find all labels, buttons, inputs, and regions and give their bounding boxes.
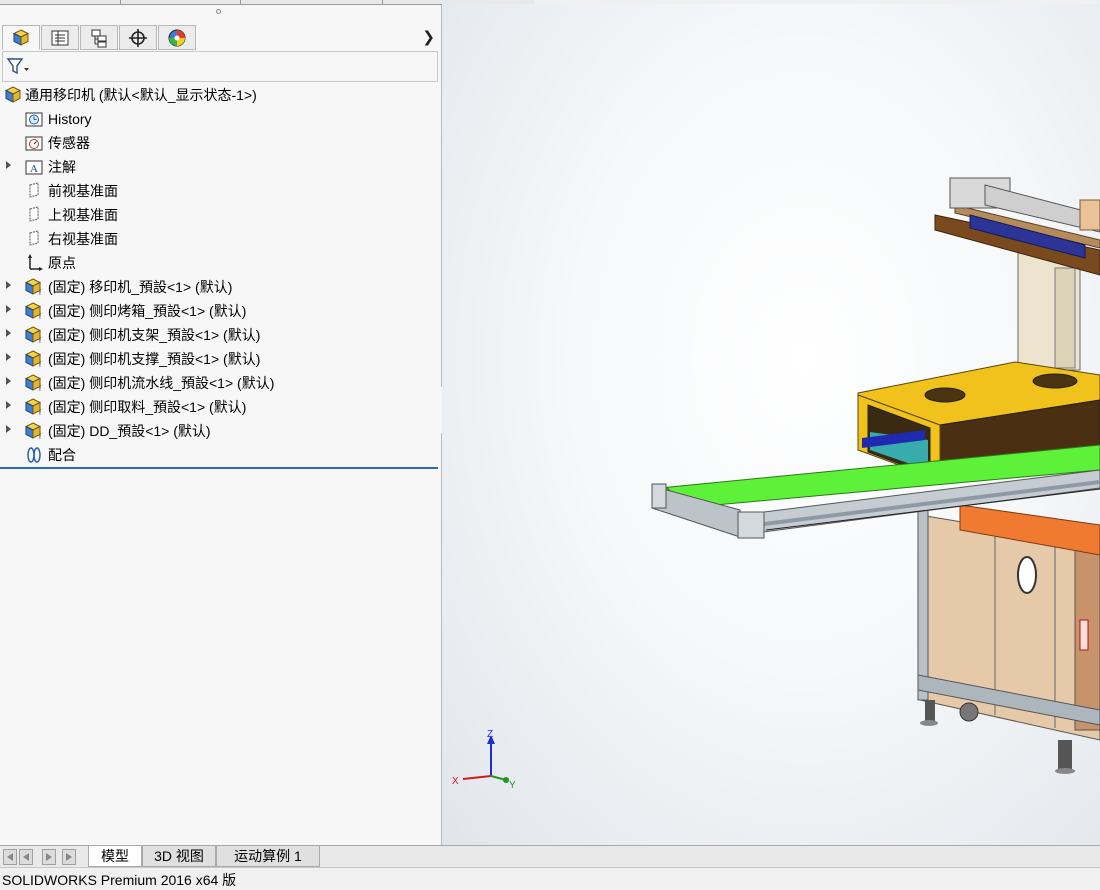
display-manager-icon (168, 29, 186, 46)
svg-text:f: f (39, 434, 41, 441)
tree-root-item[interactable]: 通用移印机 (默认<默认_显示状态-1>) (0, 83, 441, 107)
tree-item-label: 传感器 (48, 135, 90, 151)
assembly-icon (4, 86, 22, 103)
tree-item[interactable]: 上视基准面 (0, 203, 441, 227)
subassembly-icon: f (24, 350, 42, 369)
property-manager-icon (51, 30, 69, 45)
plane-icon (29, 230, 39, 246)
tree-item-label: History (48, 111, 92, 127)
tree-item[interactable]: f (固定) 侧印取料_預設<1> (默认) (0, 395, 441, 419)
tree-item-label: (固定) 侧印烤箱_預設<1> (默认) (48, 303, 247, 319)
tree-item[interactable]: 前视基准面 (0, 179, 441, 203)
svg-text:f: f (39, 290, 41, 297)
tree-item-label: (固定) DD_預設<1> (默认) (48, 423, 211, 439)
tree-item[interactable]: f (固定) 侧印机流水线_預設<1> (默认) (0, 371, 441, 395)
feature-tree-filter-bar[interactable] (2, 51, 438, 82)
tree-item-label: 配合 (48, 447, 76, 463)
tab-scroll-right-icon[interactable]: ❯ (422, 28, 435, 46)
status-text: SOLIDWORKS Premium 2016 x64 版 (2, 872, 237, 888)
feature-manager-panel: ❯ 通用移印机 (默认<默认_显示状态-1>) History 传感器 A 注解前视基… (0, 0, 535, 845)
expand-arrow-icon[interactable] (6, 329, 11, 337)
tab-property-manager[interactable] (41, 25, 79, 50)
graphics-area[interactable]: Z X Y (442, 4, 1100, 845)
subassembly-icon: f (24, 302, 42, 321)
tree-item-label: (固定) 移印机_預設<1> (默认) (48, 279, 233, 295)
dimxpert-manager-icon (129, 28, 147, 47)
configuration-manager-icon (91, 29, 107, 47)
plane-icon (29, 206, 39, 222)
filter-icon[interactable] (6, 56, 30, 78)
status-bar: SOLIDWORKS Premium 2016 x64 版 (0, 867, 1100, 888)
svg-text:f: f (39, 386, 41, 393)
tree-item-label: (固定) 侧印取料_預設<1> (默认) (48, 399, 247, 415)
triad-y-label: Y (509, 780, 516, 791)
tab-first-button[interactable] (3, 849, 17, 865)
subassembly-icon: f (24, 422, 42, 441)
triad-x-label: X (452, 776, 459, 787)
subassembly-icon: f (24, 398, 42, 417)
svg-text:f: f (39, 410, 41, 417)
svg-text:f: f (39, 338, 41, 345)
tree-item-label: 前视基准面 (48, 183, 118, 199)
subassembly-icon: f (24, 326, 42, 345)
tree-item[interactable]: 原点 (0, 251, 441, 275)
svg-text:f: f (39, 362, 41, 369)
tab-prev-button[interactable] (19, 849, 33, 865)
annotations-folder-icon: A (25, 160, 43, 175)
tab-next-button[interactable] (42, 849, 56, 865)
expand-arrow-icon[interactable] (6, 377, 11, 385)
expand-arrow-icon[interactable] (6, 161, 11, 169)
tab-dimxpert-manager[interactable] (119, 25, 157, 50)
subassembly-icon: f (24, 278, 42, 297)
origin-icon (28, 254, 43, 271)
tree-item[interactable]: f (固定) DD_預設<1> (默认) (0, 419, 441, 443)
tab-motion-study[interactable]: 运动算例 1 (216, 846, 320, 867)
expand-arrow-icon[interactable] (6, 281, 11, 289)
tree-item[interactable]: f (固定) 侧印机支架_預設<1> (默认) (0, 323, 441, 347)
tree-item[interactable]: f (固定) 侧印烤箱_預設<1> (默认) (0, 299, 441, 323)
expand-arrow-icon[interactable] (6, 425, 11, 433)
tree-item[interactable]: 配合 (0, 443, 441, 467)
svg-text:f: f (39, 314, 41, 321)
tree-item-label: 注解 (48, 159, 76, 175)
tab-3d-view[interactable]: 3D 视图 (142, 846, 216, 867)
tree-item-label: (固定) 侧印机流水线_預設<1> (默认) (48, 375, 275, 391)
tab-display-manager[interactable] (158, 25, 196, 50)
tree-item[interactable]: A 注解 (0, 155, 441, 179)
expand-arrow-icon[interactable] (6, 353, 11, 361)
subassembly-icon: f (24, 374, 42, 393)
tree-item[interactable]: 传感器 (0, 131, 441, 155)
tree-item-label: (固定) 侧印机支撑_預設<1> (默认) (48, 351, 261, 367)
sensors-folder-icon (25, 136, 43, 151)
triad-z-label: Z (487, 729, 493, 740)
panel-grip-handle[interactable] (216, 9, 221, 14)
svg-text:A: A (30, 163, 38, 175)
expand-arrow-icon[interactable] (6, 401, 11, 409)
tab-last-button[interactable] (62, 849, 76, 865)
tree-item[interactable]: f (固定) 移印机_預設<1> (默认) (0, 275, 441, 299)
tree-item-label: 右视基准面 (48, 231, 118, 247)
machine-3d-model[interactable]: Z X Y (442, 4, 1100, 845)
tree-item-label: 上视基准面 (48, 207, 118, 223)
model-tab-bar: 模型 3D 视图 运动算例 1 (0, 845, 1100, 868)
tab-configuration-manager[interactable] (80, 25, 118, 50)
top-gantry-model (934, 177, 1100, 371)
mates-icon (27, 447, 41, 463)
expand-arrow-icon[interactable] (6, 305, 11, 313)
tree-item[interactable]: f (固定) 侧印机支撑_預設<1> (默认) (0, 347, 441, 371)
cabinet-model (917, 504, 1100, 774)
tree-item[interactable]: History (0, 107, 441, 131)
view-triad: Z X Y (452, 729, 516, 791)
tree-item-label: (固定) 侧印机支架_預設<1> (默认) (48, 327, 261, 343)
tree-item-label: 原点 (48, 255, 76, 271)
tree-root-label: 通用移印机 (默认<默认_显示状态-1>) (25, 87, 257, 103)
history-folder-icon (25, 112, 43, 127)
manager-tab-bar: ❯ (0, 24, 441, 51)
tab-feature-manager[interactable] (2, 25, 40, 50)
plane-icon (29, 182, 39, 198)
tab-model[interactable]: 模型 (88, 846, 142, 867)
tree-rollback-bar[interactable] (0, 467, 438, 469)
feature-manager-icon (12, 28, 30, 46)
tree-item[interactable]: 右视基准面 (0, 227, 441, 251)
